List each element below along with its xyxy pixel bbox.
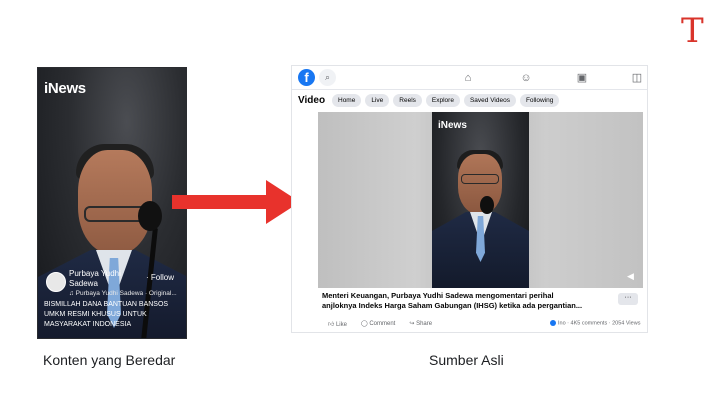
facebook-top-bar: f ⌕ ⌂ ☺ ▣ ◫ xyxy=(292,66,647,90)
volume-icon[interactable]: ◀ xyxy=(627,270,639,282)
post-title-line2: anjloknya Indeks Harga Saham Gabungan (I… xyxy=(322,301,583,310)
music-info: ♫ Purbaya Yudhi Sadewa · Original... xyxy=(69,290,177,297)
video-frame: iNews xyxy=(432,112,529,288)
video-tabs: Home Live Reels Explore Saved Videos Fol… xyxy=(332,94,560,107)
comment-label: Comment xyxy=(369,321,396,327)
username-line1: Purbaya Yudhi xyxy=(69,269,121,278)
tab-saved-videos[interactable]: Saved Videos xyxy=(463,94,516,107)
microphone-icon xyxy=(138,201,162,231)
tab-explore[interactable]: Explore xyxy=(425,94,460,107)
post-stats: Ino · 4K5 comments · 2054 Views xyxy=(550,320,640,326)
inews-watermark: iNews xyxy=(438,120,467,131)
share-label: Share xyxy=(416,321,433,327)
right-panel-label: Sumber Asli xyxy=(429,352,504,368)
username-line2: Sadewa xyxy=(69,279,98,288)
tab-live[interactable]: Live xyxy=(365,94,390,107)
reaction-icon xyxy=(550,320,556,326)
avatar[interactable] xyxy=(46,272,66,292)
page-title: Video xyxy=(298,95,326,106)
like-icon: 👍︎ xyxy=(328,322,336,328)
video-player[interactable]: iNews ◀ xyxy=(318,112,643,288)
tab-following[interactable]: Following xyxy=(519,94,560,107)
left-panel-label: Konten yang Beredar xyxy=(43,352,176,368)
gaming-icon[interactable]: ◫ xyxy=(629,70,645,86)
comment-button[interactable]: ◯ Comment xyxy=(361,320,395,328)
post-stats-text: Ino · 4K5 comments · 2054 Views xyxy=(558,320,641,327)
more-options-button[interactable]: ··· xyxy=(618,293,638,305)
search-icon[interactable]: ⌕ xyxy=(319,69,336,86)
friends-icon[interactable]: ☺ xyxy=(518,70,534,86)
facebook-logo-icon[interactable]: f xyxy=(298,69,315,86)
post-title-line1: Menteri Keuangan, Purbaya Yudhi Sadewa m… xyxy=(322,291,554,300)
username[interactable]: Purbaya Yudhi Sadewa xyxy=(69,269,139,289)
post-actions: 👍︎ Like ◯ Comment ↪ Share xyxy=(328,320,432,328)
person-glasses xyxy=(461,174,499,184)
original-source-screenshot: f ⌕ ⌂ ☺ ▣ ◫ Video Home Live Reels Explor… xyxy=(291,65,648,333)
tab-reels[interactable]: Reels xyxy=(393,94,422,107)
microphone-icon xyxy=(480,196,494,214)
circulating-content-screenshot: iNews Purbaya Yudhi Sadewa · Follow ♫ Pu… xyxy=(37,67,187,339)
arrow-right-icon xyxy=(172,195,268,209)
person-face xyxy=(78,150,152,254)
like-button[interactable]: 👍︎ Like xyxy=(328,320,347,328)
share-button[interactable]: ↪ Share xyxy=(409,320,432,328)
video-caption: BISMILLAH DANA BANTUAN BANSOS UMKM RESMI… xyxy=(44,301,169,328)
marketplace-icon[interactable]: ▣ xyxy=(574,70,590,86)
like-label: Like xyxy=(335,322,347,328)
post-title: Menteri Keuangan, Purbaya Yudhi Sadewa m… xyxy=(322,291,622,311)
brand-logo: T xyxy=(681,11,704,51)
tab-home[interactable]: Home xyxy=(332,94,362,107)
inews-watermark: iNews xyxy=(44,80,86,97)
follow-button[interactable]: · Follow xyxy=(146,273,174,282)
home-icon[interactable]: ⌂ xyxy=(460,70,476,86)
